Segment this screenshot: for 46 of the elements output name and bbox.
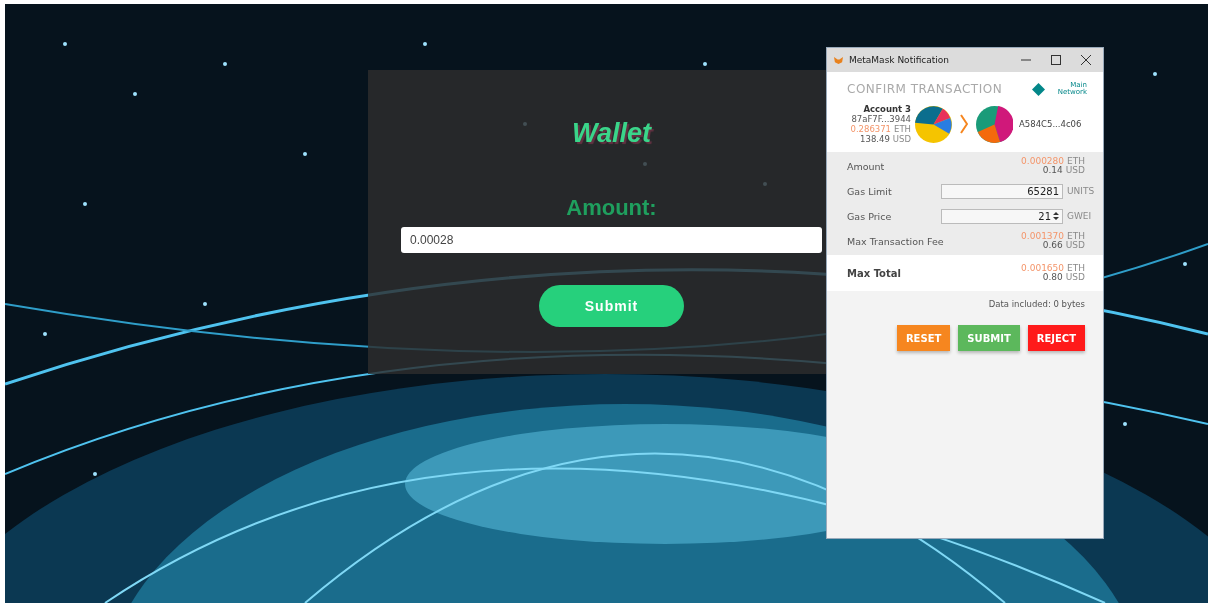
dialog-heading: CONFIRM TRANSACTION bbox=[847, 82, 1004, 96]
spinner-icon[interactable] bbox=[1053, 211, 1059, 221]
detail-label: Gas Limit bbox=[847, 185, 893, 197]
amount-field[interactable]: 0.00028 bbox=[401, 227, 822, 253]
usd-unit: USD bbox=[1065, 241, 1085, 251]
fox-icon bbox=[833, 55, 844, 65]
unit-label: GWEI bbox=[1067, 211, 1093, 221]
usd-amount: 0.80 bbox=[1042, 273, 1063, 283]
detail-label: Amount bbox=[847, 160, 886, 172]
submit-button[interactable]: Submit bbox=[539, 285, 684, 327]
action-button[interactable]: REJECT bbox=[1027, 325, 1085, 351]
chevron-icon bbox=[960, 114, 968, 134]
usd-amount: 0.66 bbox=[1042, 241, 1063, 251]
account-name: Account 3 bbox=[863, 104, 911, 114]
action-button[interactable]: RESET bbox=[896, 325, 951, 351]
window-title: MetaMask Notification bbox=[849, 55, 951, 65]
usd-unit: USD bbox=[1065, 273, 1085, 283]
avatar-icon bbox=[976, 105, 1013, 143]
account-address: 87aF7F...3944 bbox=[851, 114, 911, 124]
data-note: Data included: 0 bytes bbox=[988, 299, 1085, 309]
number-field[interactable]: 65281 bbox=[941, 183, 1063, 199]
eth-amount: 0.001370 bbox=[1021, 231, 1065, 241]
action-button[interactable]: SUBMIT bbox=[958, 325, 1020, 351]
usd-amount: 0.14 bbox=[1042, 166, 1063, 176]
eth-amount: 0.001650 bbox=[1021, 263, 1065, 273]
detail-label: Max Transaction Fee bbox=[847, 235, 945, 247]
balance-amount: 0.286371 bbox=[850, 124, 892, 134]
fiat-unit: USD bbox=[892, 134, 911, 144]
usd-unit: USD bbox=[1065, 166, 1085, 176]
total-label: Max Total bbox=[847, 267, 902, 279]
amount-label: Amount: bbox=[566, 195, 657, 221]
eth-amount: 0.000280 bbox=[1021, 156, 1065, 166]
unit-label: UNITS bbox=[1067, 186, 1096, 196]
eth-unit: ETH bbox=[1067, 231, 1085, 241]
balance-unit: ETH bbox=[894, 124, 911, 134]
maximize-icon[interactable] bbox=[1051, 55, 1061, 65]
close-icon[interactable] bbox=[1081, 55, 1091, 65]
wallet-title: Wallet bbox=[572, 118, 651, 149]
number-spinner[interactable]: 21 bbox=[941, 208, 1063, 224]
recipient-address: A584C5...4c06 bbox=[1019, 119, 1082, 129]
eth-unit: ETH bbox=[1067, 263, 1085, 273]
detail-label: Gas Price bbox=[847, 210, 893, 222]
diamond-icon bbox=[1032, 82, 1045, 96]
avatar-icon bbox=[915, 105, 952, 143]
eth-unit: ETH bbox=[1067, 156, 1085, 166]
fiat-amount: 138.49 bbox=[860, 134, 890, 144]
